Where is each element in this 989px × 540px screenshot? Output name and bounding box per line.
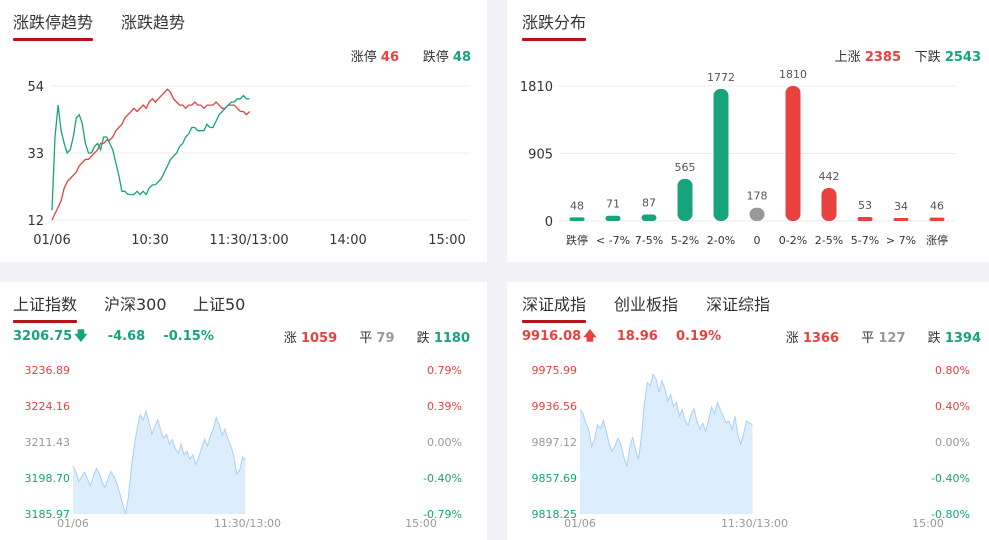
- y-tick-label-left: 9897.12: [532, 436, 578, 449]
- data-label: 1772: [707, 71, 735, 84]
- limit-trend-panel: 涨跌停趋势 涨跌趋势 涨停 46 跌停 48 54 33 12 01/06 10:30 1…: [0, 0, 487, 262]
- category-label: 0-2%: [779, 234, 807, 247]
- sh-index-panel: 上证指数 沪深300 上证50 3206.75 🡇 -4.68 -0.15% 涨 …: [0, 282, 487, 540]
- distribution-chart: 1810 905 0 48 跌停 71 < -7% 87 7-5% 565 5-2% 1772 2-0%…: [520, 68, 955, 247]
- x-tick-label: 01/06: [57, 517, 89, 530]
- bar-4: [713, 88, 729, 221]
- sz-index-panel: 深证成指 创业板指 深证综指 9916.08 🡅 18.96 0.19% 涨 13…: [507, 282, 989, 540]
- bar-2: [641, 214, 657, 221]
- category-label: 0: [754, 234, 761, 247]
- x-tick-label: 14:00: [329, 233, 366, 248]
- bar-6: [785, 86, 801, 221]
- y-tick-label-right: 0.80%: [935, 364, 970, 377]
- data-label: 71: [606, 198, 620, 211]
- x-tick-label: 15:00: [912, 517, 944, 530]
- data-label: 87: [642, 197, 656, 210]
- data-label: 48: [570, 199, 584, 212]
- x-tick-label: 01/06: [33, 233, 70, 248]
- y-tick-label-left: 9936.56: [532, 400, 578, 413]
- category-label: 2-5%: [815, 234, 843, 247]
- y-tick-label: 905: [528, 148, 553, 163]
- data-label: 1810: [779, 68, 807, 81]
- x-tick-label: 11:30/13:00: [214, 517, 281, 530]
- sh-intraday-chart: 3236.893224.163211.433198.703185.970.79%…: [25, 364, 463, 530]
- y-tick-label: 33: [27, 147, 44, 162]
- y-tick-label-left: 9857.69: [532, 472, 578, 485]
- y-tick-label-right: 0.00%: [427, 436, 462, 449]
- limit-trend-chart: 54 33 12 01/06 10:30 11:30/13:00 14:00 15:00: [27, 80, 470, 248]
- y-tick-label-left: 9975.99: [532, 364, 578, 377]
- bar-7: [821, 188, 837, 221]
- data-label: 46: [930, 200, 944, 213]
- x-tick-label: 11:30/13:00: [721, 517, 788, 530]
- sz-intraday-chart: 9975.999936.569897.129857.699818.250.80%…: [532, 364, 971, 530]
- category-label: 5-7%: [851, 234, 879, 247]
- bar-5: [749, 207, 765, 221]
- data-label: 178: [747, 190, 768, 203]
- data-label: 442: [819, 170, 840, 183]
- x-tick-label: 01/06: [564, 517, 596, 530]
- y-tick-label-left: 3224.16: [25, 400, 71, 413]
- y-tick-label: 54: [27, 80, 44, 95]
- bar-8: [857, 217, 873, 221]
- category-label: > 7%: [886, 234, 916, 247]
- bar-3: [677, 178, 693, 221]
- y-tick-label-left: 3211.43: [25, 436, 71, 449]
- category-label: 跌停: [566, 233, 588, 247]
- bar-9: [893, 218, 909, 221]
- limit-up-line: [51, 88, 250, 221]
- y-tick-label-right: -0.40%: [931, 472, 970, 485]
- y-tick-label-right: -0.40%: [423, 472, 462, 485]
- x-tick-label: 15:00: [405, 517, 437, 530]
- y-tick-label: 0: [545, 215, 553, 230]
- x-tick-label: 11:30/13:00: [209, 233, 288, 248]
- bar-0: [569, 217, 585, 221]
- x-tick-label: 10:30: [131, 233, 168, 248]
- y-tick-label-right: 0.39%: [427, 400, 462, 413]
- data-label: 565: [675, 161, 696, 174]
- category-label: < -7%: [596, 234, 630, 247]
- category-label: 2-0%: [707, 234, 735, 247]
- distribution-panel: 涨跌分布 上涨 2385 下跌 2543 1810 905 0 48 跌停 71 < -7%…: [507, 0, 989, 262]
- bar-10: [929, 217, 945, 221]
- category-label: 涨停: [926, 233, 948, 247]
- y-tick-label-right: 0.00%: [935, 436, 970, 449]
- y-tick-label: 1810: [520, 80, 553, 95]
- x-tick-label: 15:00: [428, 233, 465, 248]
- category-label: 5-2%: [671, 234, 699, 247]
- y-tick-label-left: 3236.89: [25, 364, 71, 377]
- y-tick-label: 12: [27, 214, 44, 229]
- data-label: 34: [894, 200, 908, 213]
- y-tick-label-right: 0.40%: [935, 400, 970, 413]
- bar-1: [605, 215, 621, 221]
- y-tick-label-right: 0.79%: [427, 364, 462, 377]
- category-label: 7-5%: [635, 234, 663, 247]
- y-tick-label-left: 3198.70: [25, 472, 71, 485]
- data-label: 53: [858, 199, 872, 212]
